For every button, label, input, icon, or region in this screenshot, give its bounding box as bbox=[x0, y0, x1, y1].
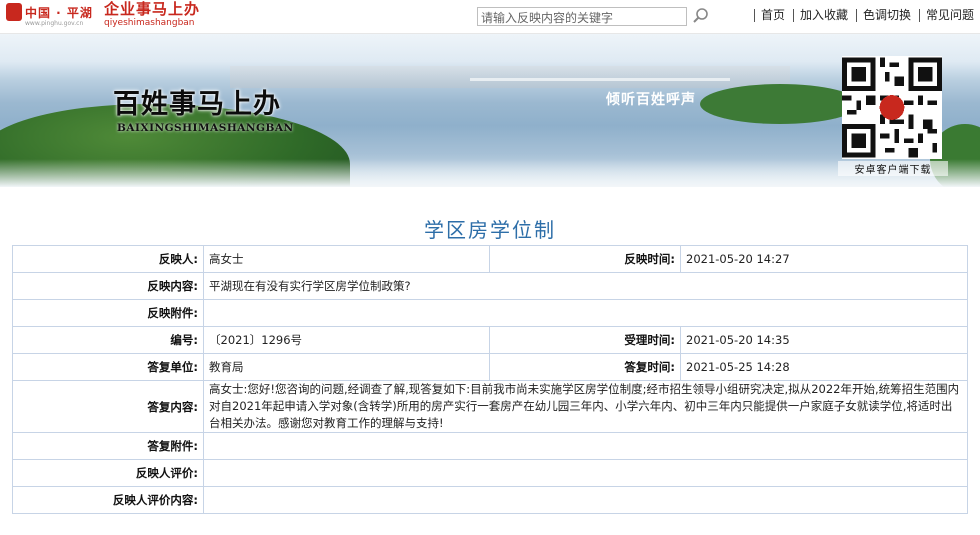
seal-icon bbox=[6, 3, 22, 21]
banner-pinyin: BAIXINGSHIMASHANGBAN bbox=[117, 122, 294, 134]
reply-time-label: 答复时间: bbox=[489, 353, 681, 381]
report-time-label: 反映时间: bbox=[489, 245, 681, 273]
nav-color-switch[interactable]: 色调切换 bbox=[855, 9, 917, 22]
pinghu-logo-url: www.pinghu.gov.cn bbox=[25, 20, 84, 27]
reply-attachment-value bbox=[203, 432, 968, 460]
banner-fade bbox=[0, 159, 980, 187]
top-bar: 中国 · 平湖 www.pinghu.gov.cn 企业事马上办 qiyeshi… bbox=[0, 0, 980, 34]
reply-attachment-label: 答复附件: bbox=[12, 432, 204, 460]
table-row: 反映人评价内容: bbox=[12, 486, 968, 514]
search-icon[interactable] bbox=[692, 7, 710, 25]
unit-label: 答复单位: bbox=[12, 353, 204, 381]
nav-favorite[interactable]: 加入收藏 bbox=[792, 9, 854, 22]
pinghu-logo-text: 中国 · 平湖 bbox=[25, 6, 93, 20]
attachment-value bbox=[203, 299, 968, 327]
table-row: 编号: 〔2021〕1296号 受理时间: 2021-05-20 14:35 bbox=[12, 326, 968, 354]
reporter-label: 反映人: bbox=[12, 245, 204, 273]
reply-time-value: 2021-05-25 14:28 bbox=[680, 353, 968, 381]
qr-caption: 安卓客户端下载 bbox=[838, 161, 948, 176]
qiye-logo-text: 企业事马上办 bbox=[104, 0, 201, 18]
search-input[interactable]: 请输入反映内容的关键字 bbox=[477, 7, 687, 26]
unit-value: 教育局 bbox=[203, 353, 490, 381]
banner-title: 百姓事马上办 bbox=[113, 89, 281, 120]
qiye-logo-pinyin: qiyeshimashangban bbox=[104, 18, 195, 28]
island bbox=[700, 84, 860, 124]
accept-time-value: 2021-05-20 14:35 bbox=[680, 326, 968, 354]
nav-home[interactable]: 首页 bbox=[753, 9, 791, 22]
city-skyline bbox=[230, 66, 790, 88]
table-row: 答复单位: 教育局 答复时间: 2021-05-25 14:28 bbox=[12, 353, 968, 381]
bridge bbox=[470, 78, 730, 81]
reporter-value: 高女士 bbox=[203, 245, 490, 273]
number-value: 〔2021〕1296号 bbox=[203, 326, 490, 354]
table-row: 反映人: 高女士 反映时间: 2021-05-20 14:27 bbox=[12, 245, 968, 273]
content-value: 平湖现在有没有实行学区房学位制政策? bbox=[203, 272, 968, 300]
table-row: 反映附件: bbox=[12, 299, 968, 327]
page-title: 学区房学位制 bbox=[424, 218, 556, 242]
evaluation-content-label: 反映人评价内容: bbox=[12, 486, 204, 514]
attachment-label: 反映附件: bbox=[12, 299, 204, 327]
table-row: 答复内容: 高女士:您好!您咨询的问题,经调查了解,现答复如下:目前我市尚未实施… bbox=[12, 380, 968, 433]
qiye-logo[interactable]: 企业事马上办 qiyeshimashangban bbox=[104, 1, 200, 29]
table-row: 答复附件: bbox=[12, 432, 968, 460]
banner-slogan: 倾听百姓呼声 bbox=[606, 92, 696, 108]
record-table: 反映人: 高女士 反映时间: 2021-05-20 14:27 反映内容: 平湖… bbox=[12, 245, 968, 514]
banner: 百姓事马上办 BAIXINGSHIMASHANGBAN 倾听百姓呼声 安卓客户端… bbox=[0, 34, 980, 187]
pinghu-logo[interactable]: 中国 · 平湖 www.pinghu.gov.cn bbox=[6, 3, 98, 29]
qr-code-icon[interactable] bbox=[842, 56, 942, 159]
table-row: 反映人评价: bbox=[12, 459, 968, 487]
reply-label: 答复内容: bbox=[12, 380, 204, 433]
evaluation-content-value bbox=[203, 486, 968, 514]
content-label: 反映内容: bbox=[12, 272, 204, 300]
table-row: 反映内容: 平湖现在有没有实行学区房学位制政策? bbox=[12, 272, 968, 300]
nav-faq[interactable]: 常见问题 bbox=[918, 9, 980, 22]
reply-value: 高女士:您好!您咨询的问题,经调查了解,现答复如下:目前我市尚未实施学区房学位制… bbox=[203, 380, 968, 433]
evaluation-label: 反映人评价: bbox=[12, 459, 204, 487]
report-time-value: 2021-05-20 14:27 bbox=[680, 245, 968, 273]
accept-time-label: 受理时间: bbox=[489, 326, 681, 354]
top-nav: 首页 加入收藏 色调切换 常见问题 bbox=[752, 9, 980, 22]
evaluation-value bbox=[203, 459, 968, 487]
number-label: 编号: bbox=[12, 326, 204, 354]
